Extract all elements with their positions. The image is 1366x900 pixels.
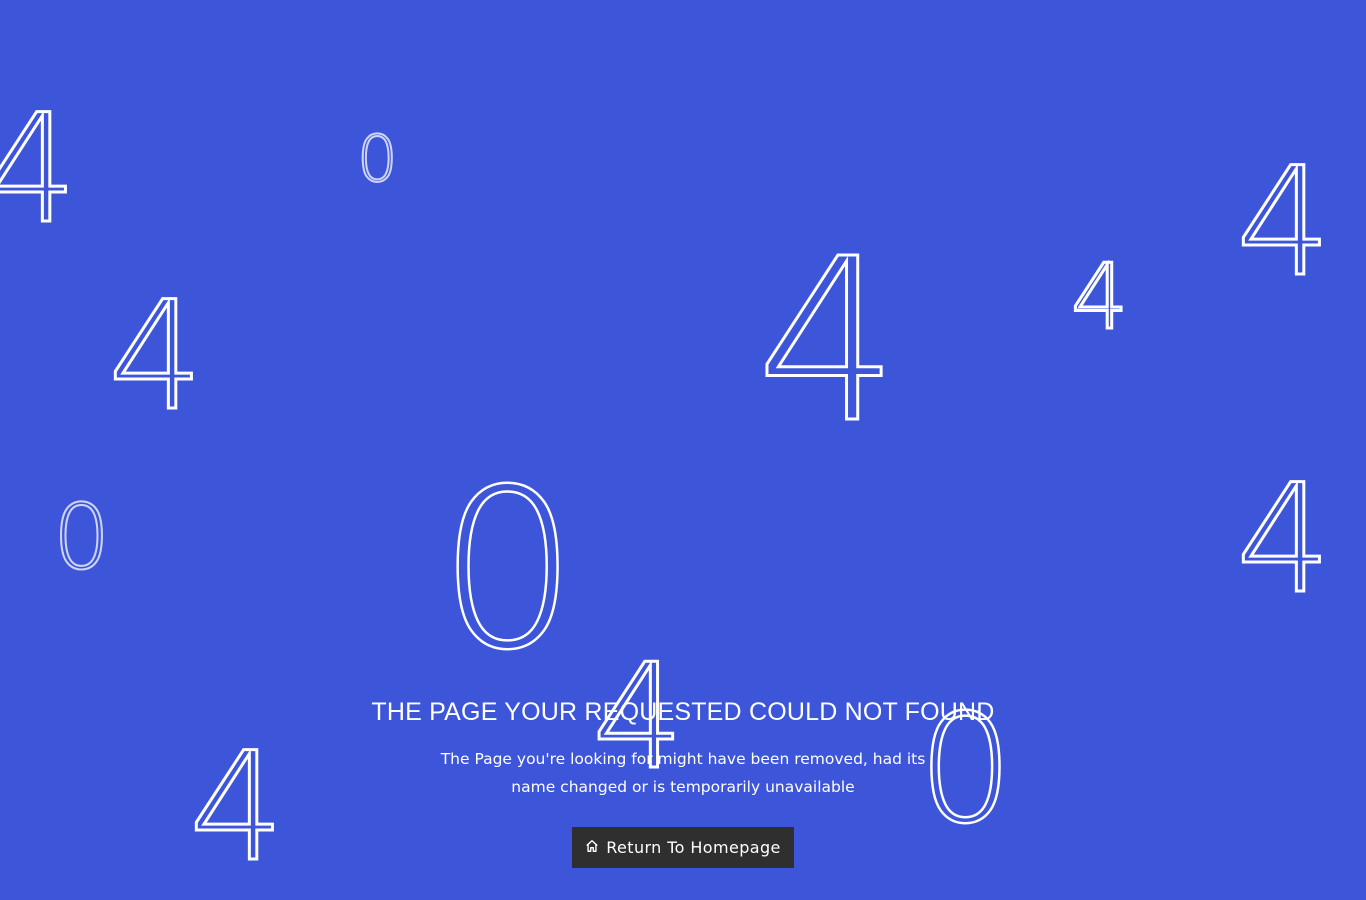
floating-digit: 0 xyxy=(356,123,399,197)
return-home-label: Return To Homepage xyxy=(606,838,781,857)
floating-digit: 4 xyxy=(106,270,204,444)
home-icon xyxy=(585,838,599,857)
floating-digit: 4 xyxy=(1234,453,1332,627)
return-home-button[interactable]: Return To Homepage xyxy=(572,827,794,868)
floating-digit: 0 xyxy=(52,485,111,590)
error-content: THE PAGE YOUR REQUESTED COULD NOT FOUND … xyxy=(0,698,1366,868)
error-message: The Page you're looking for might have b… xyxy=(440,750,926,796)
floating-digit: 4 xyxy=(754,211,900,473)
floating-digit: 4 xyxy=(1069,245,1129,350)
floating-digit: 4 xyxy=(0,83,79,257)
error-title: THE PAGE YOUR REQUESTED COULD NOT FOUND xyxy=(371,698,995,726)
floating-digit: 0 xyxy=(437,442,579,698)
floating-digit: 4 xyxy=(1234,136,1332,310)
